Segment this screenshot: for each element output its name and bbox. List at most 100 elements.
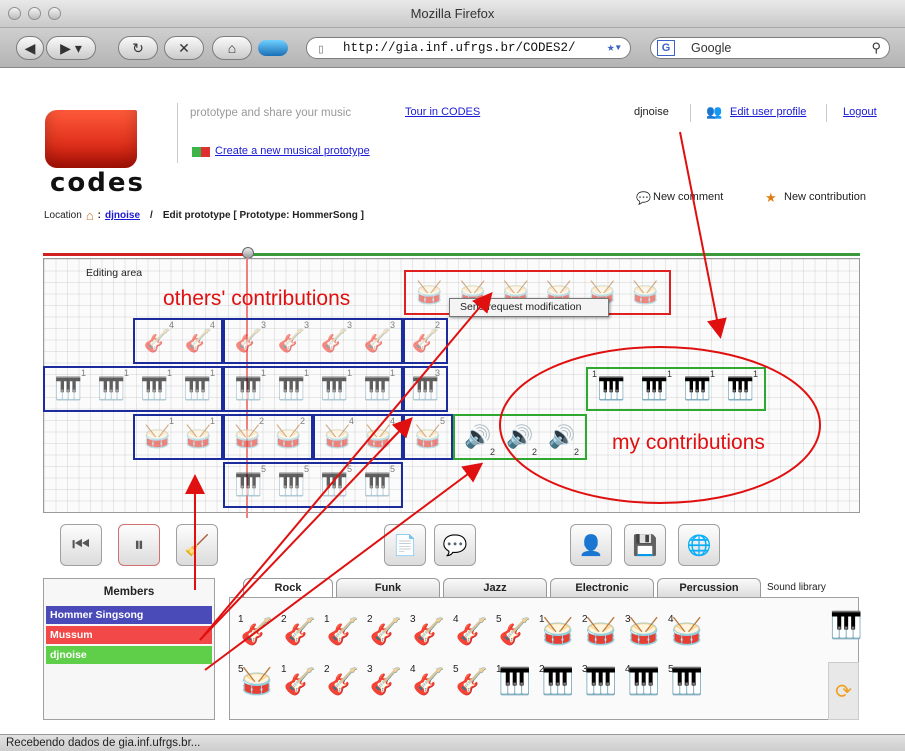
refresh-icon[interactable]: ⟳ — [828, 662, 859, 720]
sample-number: 4 — [668, 614, 674, 625]
publish-globe-icon[interactable]: 🌐 — [678, 524, 720, 566]
contribution-block-drumkit-a[interactable]: 🥁 1 🥁 1 — [133, 414, 223, 460]
my-contribution-speakers[interactable]: 🔊 2 🔊 2 🔊 2 — [453, 414, 587, 460]
comment-bubble-icon[interactable]: 💬 — [434, 524, 476, 566]
guitar-icon: 🎸 2 — [411, 320, 440, 353]
contribution-block-guitar-b[interactable]: 🎸 3 🎸 3 🎸 3 🎸 3 — [223, 318, 403, 364]
edit-profile-link[interactable]: Edit user profile — [730, 106, 806, 118]
contribution-block-keys-b[interactable]: 🎹 1 🎹 1 🎹 1 🎹 1 — [223, 366, 403, 412]
drums-icon[interactable]: 🥁 2 — [582, 614, 620, 648]
contribution-block-drumkit-c[interactable]: 🥁 4 🥁 4 — [313, 414, 403, 460]
user-profile-icon: 👥 — [706, 104, 723, 119]
members-panel: Members Hommer Singsong Mussum djnoise — [43, 578, 215, 720]
logout-link[interactable]: Logout — [843, 106, 877, 118]
contribution-block-guitar-a[interactable]: 🎸 4 🎸 4 — [133, 318, 223, 364]
comment-icon: 💬 — [636, 191, 651, 205]
pause-button[interactable]: ⏸ — [118, 524, 160, 566]
notes-icon[interactable]: 📄 — [384, 524, 426, 566]
stop-icon[interactable]: ✕ — [164, 36, 204, 60]
tab-jazz[interactable]: Jazz — [443, 578, 547, 597]
guitar-icon[interactable]: 🎸 4 — [453, 614, 491, 648]
tab-funk[interactable]: Funk — [336, 578, 440, 597]
sample-number: 4 — [625, 664, 631, 675]
keyboard-icon: 🎹 3 — [411, 368, 440, 401]
piano-icon[interactable]: 🎹 3 — [582, 664, 620, 698]
guitar-icon[interactable]: 🎸 1 — [324, 614, 362, 648]
new-comment-label[interactable]: New comment — [653, 191, 723, 203]
url-field[interactable]: ▯ http://gia.inf.ufrgs.br/CODES2/ ★▾ — [306, 37, 631, 59]
piano-icon[interactable]: 🎹 1 — [496, 664, 534, 698]
tabs-icon[interactable] — [258, 40, 288, 56]
contribution-block-drumkit-d[interactable]: 🥁 5 — [403, 414, 453, 460]
tab-rock[interactable]: Rock — [243, 578, 333, 598]
others-contributions-annotation: others' contributions — [163, 287, 351, 310]
keyboard-icon: 🎹 5 — [320, 464, 352, 497]
contribution-block-guitar-c[interactable]: 🎸 2 — [403, 318, 448, 364]
drums-icon[interactable]: 🥁 5 — [238, 664, 276, 698]
guitar-icon[interactable]: 🎸 3 — [367, 664, 405, 698]
guitar-icon[interactable]: 🎸 2 — [324, 664, 362, 698]
breadcrumb-colon: : — [97, 210, 102, 221]
guitar-icon[interactable]: 🎸 5 — [496, 614, 534, 648]
tab-percussion[interactable]: Percussion — [657, 578, 761, 597]
keyboard-icon: 🎹 1 — [320, 368, 352, 401]
guitar-icon[interactable]: 🎸 2 — [281, 614, 319, 648]
tab-electronic[interactable]: Electronic — [550, 578, 654, 597]
back-icon[interactable]: ◀ — [16, 36, 44, 60]
sample-number: 2 — [367, 614, 373, 625]
guitar-icon[interactable]: 🎸 3 — [410, 614, 448, 648]
piano-icon[interactable]: 🎹 5 — [668, 664, 706, 698]
members-list: Hommer Singsong Mussum djnoise — [44, 606, 214, 664]
rewind-button[interactable]: ⏮ — [60, 524, 102, 566]
drums-icon[interactable]: 🥁 1 — [539, 614, 577, 648]
guitar-icon[interactable]: 🎸 1 — [238, 614, 276, 648]
contribution-block-keys-c[interactable]: 🎹 3 — [403, 366, 448, 412]
my-contribution-piano[interactable]: 🎹 1 🎹 1 🎹 1 🎹 1 — [586, 367, 766, 411]
guitar-icon[interactable]: 🎸 5 — [453, 664, 491, 698]
create-prototype-link[interactable]: Create a new musical prototype — [215, 145, 370, 157]
clear-broom-icon[interactable]: 🧹 — [176, 524, 218, 566]
speaker-icon: 🔊 2 — [506, 424, 537, 457]
reload-icon[interactable]: ↻ — [118, 36, 158, 60]
tour-link[interactable]: Tour in CODES — [405, 106, 480, 118]
keyboard-icon: 🎹 1 — [54, 368, 86, 401]
save-icon[interactable]: 💾 — [624, 524, 666, 566]
home-icon[interactable]: ⌂ — [212, 36, 252, 60]
search-field[interactable]: G Google ⚲ — [650, 37, 890, 59]
sample-number: 5 — [496, 614, 502, 625]
piano-icon[interactable]: 🎹 2 — [539, 664, 577, 698]
my-contributions-annotation: my contributions — [612, 431, 765, 454]
contribution-block-drumkit-b[interactable]: 🥁 2 🥁 2 — [223, 414, 313, 460]
add-member-icon[interactable]: 👤 — [570, 524, 612, 566]
guitar-icon[interactable]: 🎸 4 — [410, 664, 448, 698]
library-row-1: 🎸 1 🎸 2 🎸 1 🎸 2 🎸 3 🎸 4 🎸 5 🥁 1 🥁 2 🥁 3 🥁 4 — [238, 614, 706, 648]
forward-icon[interactable]: ▶ ▾ — [46, 36, 96, 60]
drums-icon[interactable]: 🥁 4 — [668, 614, 706, 648]
codes-logo[interactable] — [45, 110, 137, 168]
sample-number: 2 — [324, 664, 330, 675]
member-item[interactable]: Mussum — [46, 626, 212, 644]
keyboard-icon: 🎹 1 — [140, 368, 172, 401]
member-item[interactable]: djnoise — [46, 646, 212, 664]
guitar-icon[interactable]: 🎸 2 — [367, 614, 405, 648]
keyboard-icon: 🎹 5 — [277, 464, 309, 497]
sample-number: 2 — [582, 614, 588, 625]
sample-number: 2 — [281, 614, 287, 625]
google-icon[interactable]: G — [657, 40, 675, 56]
sample-number: 3 — [625, 614, 631, 625]
new-contribution-label[interactable]: New contribution — [784, 191, 866, 203]
bookmark-star-icon[interactable]: ★▾ — [607, 38, 622, 58]
member-item[interactable]: Hommer Singsong — [46, 606, 212, 624]
drumkit-icon: 🥁 4 — [364, 416, 395, 449]
piano-library-icon[interactable]: 🎹 — [830, 610, 862, 641]
contribution-block-keys-a[interactable]: 🎹 1 🎹 1 🎹 1 🎹 1 — [43, 366, 223, 412]
breadcrumb-user-link[interactable]: djnoise — [105, 210, 140, 221]
tagline: prototype and share your music — [190, 107, 352, 119]
guitar-icon[interactable]: 🎸 1 — [281, 664, 319, 698]
drums-icon[interactable]: 🥁 3 — [625, 614, 663, 648]
contribution-block-keys-d[interactable]: 🎹 5 🎹 5 🎹 5 🎹 5 — [223, 462, 403, 508]
home-icon[interactable]: ⌂ — [86, 208, 94, 223]
search-icon[interactable]: ⚲ — [871, 38, 881, 58]
piano-icon[interactable]: 🎹 4 — [625, 664, 663, 698]
sample-number: 4 — [410, 664, 416, 675]
